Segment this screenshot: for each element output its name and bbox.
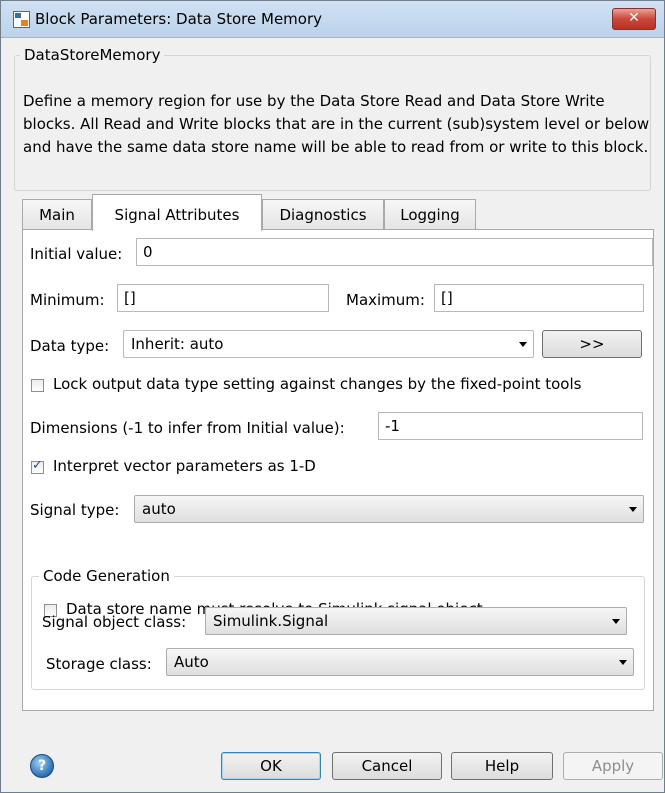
code-generation-legend: Code Generation (39, 567, 174, 585)
maximum-field[interactable]: [] (434, 284, 644, 312)
chevron-down-icon (519, 342, 527, 347)
description-legend: DataStoreMemory (20, 46, 165, 64)
tab-diagnostics[interactable]: Diagnostics (262, 199, 384, 230)
minimum-field[interactable]: [] (117, 284, 329, 312)
title-bar[interactable]: Block Parameters: Data Store Memory ✕ (1, 1, 664, 38)
tab-main[interactable]: Main (22, 199, 92, 230)
maximum-label: Maximum: (346, 291, 425, 309)
tab-signal-attributes[interactable]: Signal Attributes (92, 194, 262, 231)
data-type-assistant-button[interactable]: >> (542, 330, 642, 358)
tab-logging[interactable]: Logging (384, 199, 476, 230)
help-button[interactable]: Help (451, 752, 553, 780)
chevron-down-icon (619, 660, 627, 665)
storage-class-value: Auto (174, 653, 209, 671)
signal-type-dropdown[interactable]: auto (134, 495, 644, 523)
data-type-dropdown[interactable]: Inherit: auto (123, 330, 534, 358)
close-icon: ✕ (628, 10, 640, 26)
dimensions-field[interactable]: -1 (378, 412, 643, 440)
dialog-window: Block Parameters: Data Store Memory ✕ Da… (0, 0, 665, 793)
checkmark-icon: ✓ (32, 458, 43, 473)
description-text: Define a memory region for use by the Da… (23, 92, 650, 156)
signal-object-class-dropdown[interactable]: Simulink.Signal (205, 607, 627, 635)
signal-object-class-label: Signal object class: (42, 613, 187, 631)
interpret-vector-checkbox[interactable]: ✓ (31, 458, 44, 474)
chevron-down-icon (612, 619, 620, 624)
help-icon[interactable]: ? (30, 754, 54, 778)
simulink-block-icon (13, 11, 30, 28)
data-type-value: Inherit: auto (131, 335, 224, 353)
initial-value-label: Initial value: (30, 245, 123, 263)
close-button[interactable]: ✕ (612, 8, 656, 30)
dimensions-label: Dimensions (-1 to infer from Initial val… (30, 419, 345, 437)
ok-button[interactable]: OK (221, 752, 321, 780)
chevron-down-icon (629, 507, 637, 512)
initial-value-field[interactable]: 0 (136, 238, 653, 266)
lock-output-checkbox[interactable] (31, 379, 44, 392)
storage-class-label: Storage class: (46, 655, 152, 673)
lock-output-label: Lock output data type setting against ch… (53, 375, 582, 393)
signal-type-label: Signal type: (30, 501, 120, 519)
signal-object-class-value: Simulink.Signal (213, 612, 329, 630)
cancel-button[interactable]: Cancel (332, 752, 442, 780)
interpret-vector-label: Interpret vector parameters as 1-D (53, 457, 316, 475)
storage-class-dropdown[interactable]: Auto (166, 648, 634, 676)
apply-button[interactable]: Apply (563, 752, 663, 780)
minimum-label: Minimum: (30, 291, 105, 309)
window-title: Block Parameters: Data Store Memory (35, 10, 323, 28)
signal-type-value: auto (142, 500, 176, 518)
data-type-label: Data type: (30, 337, 110, 355)
